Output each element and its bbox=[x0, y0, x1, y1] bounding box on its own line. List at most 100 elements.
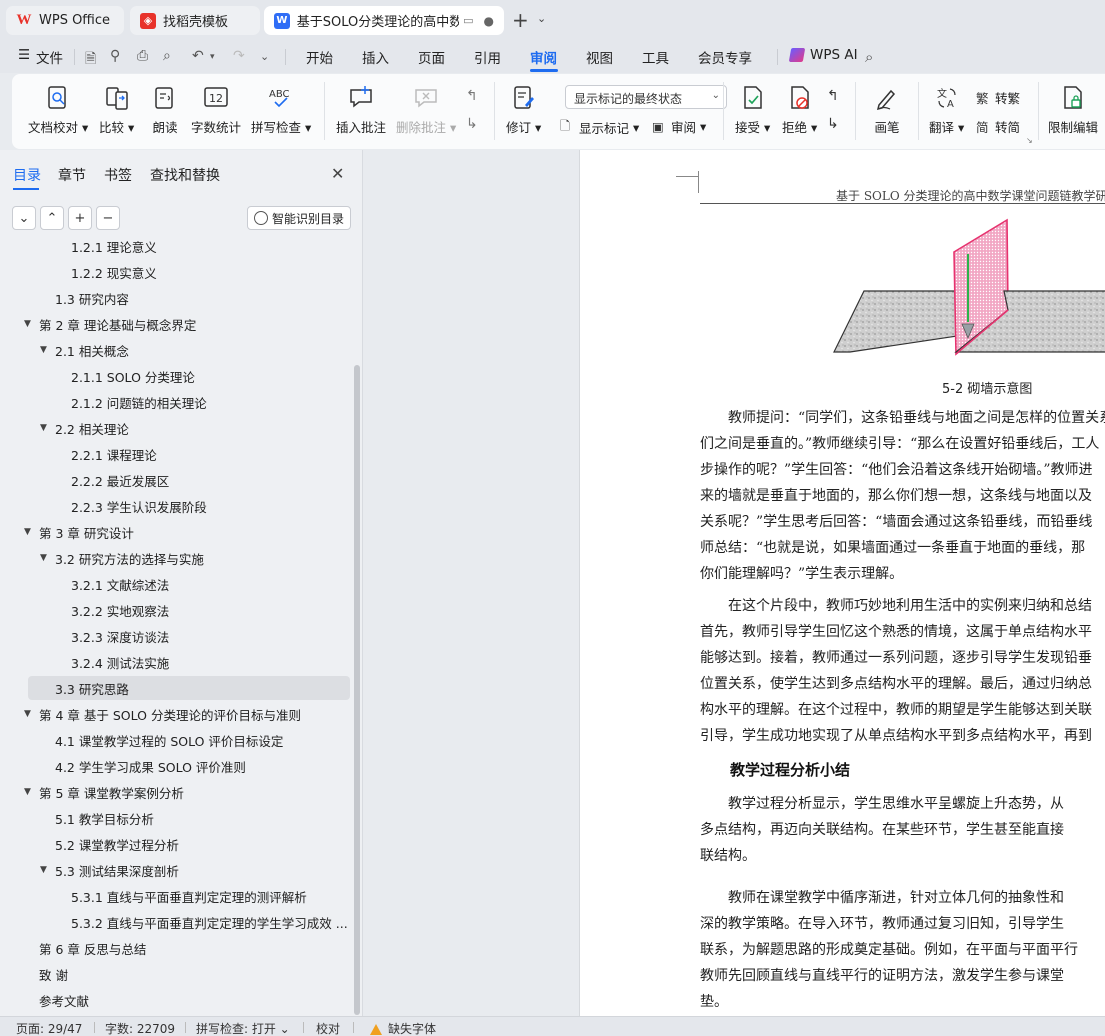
previous-comment-icon[interactable]: ↰ bbox=[466, 88, 478, 104]
add-heading-plus-icon[interactable]: + bbox=[68, 206, 92, 230]
expand-arrow-icon[interactable]: ▼ bbox=[40, 345, 47, 355]
toc-item[interactable]: ▼ 第 3 章 研究设计 bbox=[0, 520, 352, 544]
menu-tab-view[interactable]: 视图 bbox=[586, 47, 613, 67]
read-aloud-button[interactable]: 朗读 bbox=[150, 83, 180, 136]
toc-item[interactable]: 2.2.1 课程理论 bbox=[0, 442, 352, 466]
undo-dropdown-icon[interactable]: ▾ bbox=[210, 52, 215, 62]
menu-file[interactable]: 文件 bbox=[36, 47, 63, 67]
reject-button[interactable]: 拒绝 ▾ bbox=[782, 83, 817, 136]
toc-item[interactable]: 3.2.1 文献综述法 bbox=[0, 572, 352, 596]
menu-tab-review[interactable]: 审阅 bbox=[530, 47, 557, 67]
undo-icon[interactable]: ↶ bbox=[192, 48, 204, 64]
to-traditional-button[interactable]: 繁 转繁 bbox=[976, 88, 1020, 107]
panel-scrollbar[interactable] bbox=[354, 365, 360, 1015]
missing-font-indicator[interactable]: 缺失字体 bbox=[370, 1020, 436, 1036]
toc-item[interactable]: 4.1 课堂教学过程的 SOLO 评价目标设定 bbox=[0, 728, 352, 752]
previous-revision-icon[interactable]: ↰ bbox=[827, 88, 839, 104]
word-count-button[interactable]: 12 字数统计 bbox=[191, 83, 241, 136]
redo-icon[interactable]: ↷ bbox=[233, 48, 245, 64]
toc-item[interactable]: 致 谢 bbox=[0, 962, 352, 986]
save-icon[interactable]: 🗎 bbox=[85, 48, 96, 72]
spell-check-indicator[interactable]: 拼写检查: 打开 ⌄ bbox=[196, 1020, 290, 1036]
show-markup-button[interactable]: 🗋 显示标记 ▾ bbox=[560, 117, 639, 138]
toc-item[interactable]: 3.2.4 测试法实施 bbox=[0, 650, 352, 674]
toc-item[interactable]: ▼ 第 5 章 课堂教学案例分析 bbox=[0, 780, 352, 804]
share-icon[interactable]: ⚲ bbox=[110, 48, 120, 64]
next-revision-icon[interactable]: ↳ bbox=[827, 116, 839, 132]
remove-heading-minus-icon[interactable]: − bbox=[96, 206, 120, 230]
tab-current-document[interactable]: W 基于SOLO分类理论的高中数学 ▭ ● bbox=[264, 6, 504, 35]
delete-comment-button[interactable]: 删除批注 ▾ bbox=[396, 83, 456, 136]
toc-item[interactable]: 3.2.2 实地观察法 bbox=[0, 598, 352, 622]
next-comment-icon[interactable]: ↳ bbox=[466, 116, 478, 132]
toc-item[interactable]: ▼ 5.3 测试结果深度剖析 bbox=[0, 858, 352, 882]
toc-item[interactable]: 2.1.2 问题链的相关理论 bbox=[0, 390, 352, 414]
menu-wps-ai[interactable]: WPS AI bbox=[810, 47, 858, 63]
expand-arrow-icon[interactable]: ▼ bbox=[40, 423, 47, 433]
toc-item[interactable]: ▼ 第 2 章 理论基础与概念界定 bbox=[0, 312, 352, 336]
new-tab-plus-icon[interactable]: + bbox=[512, 8, 529, 32]
toc-item[interactable]: ▼ 3.2 研究方法的选择与实施 bbox=[0, 546, 352, 570]
toc-item[interactable]: 3.3 研究思路 bbox=[28, 676, 350, 700]
expand-arrow-icon[interactable]: ▼ bbox=[24, 709, 31, 719]
toc-item[interactable]: 5.1 教学目标分析 bbox=[0, 806, 352, 830]
toc-item[interactable]: 1.3 研究内容 bbox=[0, 286, 352, 310]
restrict-edit-button[interactable]: 限制编辑 bbox=[1048, 83, 1098, 136]
print-preview-icon[interactable]: ⌕ bbox=[163, 48, 171, 64]
expand-arrow-icon[interactable]: ▼ bbox=[40, 865, 47, 875]
spell-check-button[interactable]: ABC 拼写检查 ▾ bbox=[251, 83, 311, 136]
search-icon[interactable]: ⌕ bbox=[865, 48, 873, 66]
toc-item[interactable]: 第 6 章 反思与总结 bbox=[0, 936, 352, 960]
page-indicator[interactable]: 页面: 29/47 bbox=[16, 1020, 82, 1036]
toc-item[interactable]: ▼ 2.1 相关概念 bbox=[0, 338, 352, 362]
group-expand-icon[interactable]: ↘ bbox=[1026, 136, 1033, 145]
accept-button[interactable]: 接受 ▾ bbox=[735, 83, 770, 136]
toc-item[interactable]: 2.2.2 最近发展区 bbox=[0, 468, 352, 492]
review-pane-button[interactable]: ▣ 审阅 ▾ bbox=[652, 117, 706, 136]
to-simplified-button[interactable]: 简 转简 bbox=[976, 117, 1020, 136]
panel-tab-bookmarks[interactable]: 书签 bbox=[104, 165, 132, 185]
expand-arrow-icon[interactable]: ▼ bbox=[40, 553, 47, 563]
translate-button[interactable]: 文A 翻译 ▾ bbox=[929, 83, 964, 136]
proofread-indicator[interactable]: 校对 bbox=[316, 1020, 340, 1036]
panel-tab-find-replace[interactable]: 查找和替换 bbox=[150, 165, 220, 185]
panel-tab-toc[interactable]: 目录 bbox=[13, 165, 41, 185]
menu-tab-references[interactable]: 引用 bbox=[474, 47, 501, 67]
markup-mode-select[interactable]: 显示标记的最终状态 ⌄ bbox=[565, 85, 727, 109]
insert-comment-button[interactable]: 插入批注 bbox=[336, 83, 386, 136]
toc-item[interactable]: 2.1.1 SOLO 分类理论 bbox=[0, 364, 352, 388]
tab-wps-office[interactable]: W WPS Office bbox=[6, 6, 124, 35]
print-icon[interactable]: ⎙ bbox=[137, 48, 148, 64]
menu-tab-tools[interactable]: 工具 bbox=[642, 47, 669, 67]
expand-arrow-icon[interactable]: ▼ bbox=[24, 527, 31, 537]
panel-tab-sections[interactable]: 章节 bbox=[58, 165, 86, 185]
toc-item[interactable]: ▼ 第 4 章 基于 SOLO 分类理论的评价目标与准则 bbox=[0, 702, 352, 726]
hamburger-icon[interactable]: ☰ bbox=[18, 47, 30, 63]
toc-item[interactable]: 参考文献 bbox=[0, 988, 352, 1012]
toc-item[interactable]: 4.2 学生学习成果 SOLO 评价准则 bbox=[0, 754, 352, 778]
word-count-indicator[interactable]: 字数: 22709 bbox=[105, 1020, 175, 1036]
doc-check-button[interactable]: 文档校对 ▾ bbox=[28, 83, 88, 136]
tab-list-chevron-icon[interactable]: ⌄ bbox=[537, 12, 546, 25]
tab-template-store[interactable]: ◈ 找稻壳模板 bbox=[130, 6, 260, 35]
unsaved-dot-icon[interactable]: ● bbox=[484, 14, 494, 28]
compare-button[interactable]: 比较 ▾ bbox=[99, 83, 134, 136]
toc-item[interactable]: ▼ 2.2 相关理论 bbox=[0, 416, 352, 440]
smart-toc-button[interactable]: 智能识别目录 bbox=[247, 206, 351, 230]
revise-button[interactable]: 修订 ▾ bbox=[506, 83, 541, 136]
document-page[interactable]: 基于 SOLO 分类理论的高中数学课堂问题链教学研究 5-2 砌墙示意图 教师提… bbox=[579, 150, 1105, 1016]
expand-all-chevron-down-icon[interactable]: ⌄ bbox=[12, 206, 36, 230]
toc-item[interactable]: 2.2.3 学生认识发展阶段 bbox=[0, 494, 352, 518]
toc-item[interactable]: 5.3.1 直线与平面垂直判定定理的测评解析 bbox=[0, 884, 352, 908]
toc-item[interactable]: 1.2.2 现实意义 bbox=[0, 260, 352, 284]
quick-access-more-icon[interactable]: ⌄ bbox=[260, 50, 269, 63]
collapse-chevron-up-icon[interactable]: ⌃ bbox=[40, 206, 64, 230]
toc-item[interactable]: 5.3.2 直线与平面垂直判定定理的学生学习成效 ... bbox=[0, 910, 352, 934]
menu-tab-insert[interactable]: 插入 bbox=[362, 47, 389, 67]
expand-arrow-icon[interactable]: ▼ bbox=[24, 319, 31, 329]
pen-button[interactable]: 画笔 bbox=[872, 83, 902, 136]
menu-tab-member[interactable]: 会员专享 bbox=[698, 47, 752, 67]
toc-item[interactable]: 3.2.3 深度访谈法 bbox=[0, 624, 352, 648]
close-icon[interactable]: ✕ bbox=[331, 164, 344, 183]
menu-tab-home[interactable]: 开始 bbox=[306, 47, 333, 67]
